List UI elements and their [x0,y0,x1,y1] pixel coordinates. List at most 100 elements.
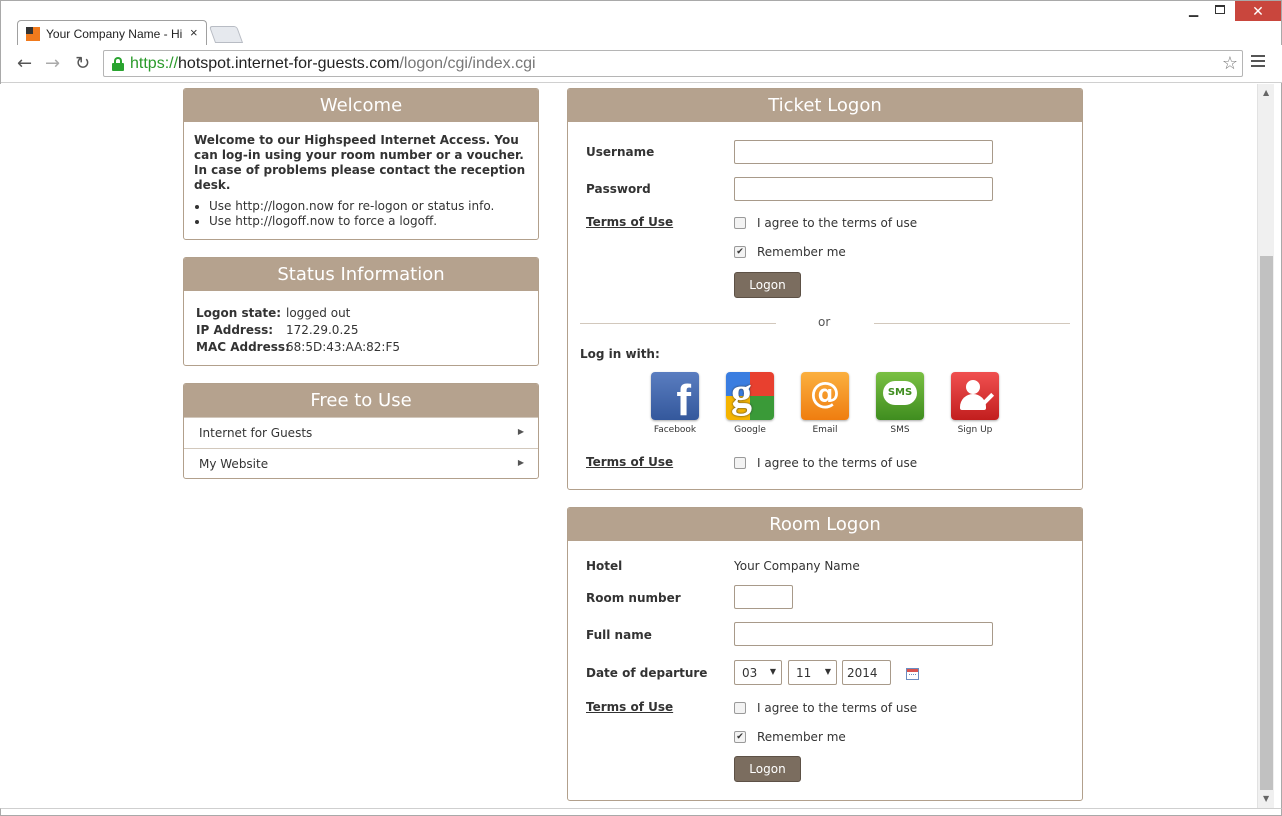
arrow-right-icon: ▶ [517,458,524,467]
status-label: IP Address: [196,323,274,337]
google-login-button[interactable]: g Google [720,372,780,435]
status-label: Logon state: [196,306,282,320]
calendar-icon[interactable] [906,668,919,680]
status-title: Status Information [184,258,538,291]
remember-me-checkbox[interactable]: ✔ [734,246,746,258]
window-border [1274,84,1282,808]
divider [580,323,776,324]
day-value: 03 [742,666,758,680]
social-agree-terms-label: I agree to the terms of use [757,456,918,470]
welcome-intro: Welcome to our Highspeed Internet Access… [194,133,526,192]
status-value: 172.29.0.25 [286,323,359,337]
dropdown-arrow-icon: ▼ [824,667,831,676]
welcome-title: Welcome [184,89,538,122]
free-link-label: Internet for Guests [199,426,313,440]
full-name-label: Full name [586,628,652,642]
back-arrow-icon[interactable]: ← [17,53,32,74]
tab-title: Your Company Name - Hi [46,27,183,41]
or-separator: or [818,315,831,329]
remember-me-label: Remember me [757,245,846,259]
bookmark-star-icon[interactable]: ☆ [1222,53,1238,74]
dropdown-arrow-icon: ▼ [769,667,776,676]
arrow-right-icon: ▶ [517,427,524,436]
year-value: 2014 [847,666,878,680]
hotel-value: Your Company Name [734,559,860,573]
browser-menu-icon[interactable] [1251,55,1265,70]
url-scheme: https:// [130,55,179,72]
sign-up-button[interactable]: Sign Up [945,372,1005,435]
room-number-input[interactable] [734,585,793,609]
maximize-button[interactable] [1215,5,1225,14]
password-input[interactable] [734,177,993,201]
free-link-internet-for-guests[interactable]: Internet for Guests ▶ [184,417,538,448]
agree-terms-checkbox[interactable] [734,217,746,229]
window-close-button[interactable]: ✕ [1235,1,1281,21]
departure-month-select[interactable]: 11 ▼ [788,660,837,685]
new-tab-button[interactable] [208,26,244,43]
url-path: /logon/cgi/index.cgi [399,55,536,72]
social-caption: SMS [890,425,910,435]
free-link-my-website[interactable]: My Website ▶ [184,448,538,479]
free-title: Free to Use [184,384,538,417]
ticket-logon-button[interactable]: Logon [734,272,801,298]
month-value: 11 [796,666,812,680]
address-bar[interactable]: https://hotspot.internet-for-guests.com/… [103,50,1243,77]
welcome-tip: Use http://logon.now for re-logon or sta… [209,199,494,214]
terms-of-use-link[interactable]: Terms of Use [586,215,673,229]
social-caption: Facebook [653,425,697,435]
tab-bar: Your Company Name - Hi × ▁ ✕ [1,1,1282,46]
status-panel: Status Information Logon state: logged o… [183,257,539,366]
full-name-input[interactable] [734,622,993,646]
room-remember-me-checkbox[interactable]: ✔ [734,731,746,743]
sign-up-icon [951,372,999,420]
email-login-button[interactable]: @ Email [795,372,855,435]
room-agree-terms-label: I agree to the terms of use [757,701,918,715]
divider [874,323,1070,324]
window-border [0,808,1282,816]
social-caption: Google [734,425,766,435]
sms-icon: SMS [876,372,924,420]
social-terms-of-use-link[interactable]: Terms of Use [586,455,673,469]
departure-date-label: Date of departure [586,666,708,680]
room-logon-panel: Room Logon Hotel Your Company Name Room … [567,507,1083,801]
url-text[interactable]: https://hotspot.internet-for-guests.com/… [130,55,536,73]
scroll-up-arrow-icon[interactable]: ▲ [1263,88,1269,97]
social-agree-terms-checkbox[interactable] [734,457,746,469]
room-remember-me-label: Remember me [757,730,846,744]
login-with-label: Log in with: [580,347,660,361]
facebook-login-button[interactable]: f Facebook [645,372,705,435]
room-logon-button[interactable]: Logon [734,756,801,782]
departure-year-input[interactable]: 2014 [842,660,891,685]
room-agree-terms-checkbox[interactable] [734,702,746,714]
browser-chrome: Your Company Name - Hi × ▁ ✕ ← → ↻ https… [0,0,1282,84]
scroll-down-arrow-icon[interactable]: ▼ [1263,794,1269,803]
tab-close-icon[interactable]: × [190,25,198,40]
welcome-tip: Use http://logoff.now to force a logoff. [209,214,494,229]
google-icon: g [726,372,774,420]
reload-icon[interactable]: ↻ [75,53,90,74]
facebook-icon: f [651,372,699,420]
browser-tab[interactable]: Your Company Name - Hi × [17,20,207,46]
agree-terms-label: I agree to the terms of use [757,216,918,230]
social-caption: Email [812,425,838,435]
status-label: MAC Address: [196,340,290,354]
room-number-label: Room number [586,591,681,605]
welcome-tips: Use http://logon.now for re-logon or sta… [194,199,494,229]
username-input[interactable] [734,140,993,164]
forward-arrow-icon[interactable]: → [45,53,60,74]
sms-login-button[interactable]: SMS SMS [870,372,930,435]
vertical-scrollbar[interactable]: ▲ ▼ [1257,84,1274,808]
username-label: Username [586,145,655,159]
scrollbar-thumb[interactable] [1260,256,1273,790]
browser-toolbar: ← → ↻ https://hotspot.internet-for-guest… [1,45,1282,83]
status-value: 68:5D:43:AA:82:F5 [286,340,400,354]
ticket-title: Ticket Logon [568,89,1082,122]
room-title: Room Logon [568,508,1082,541]
free-to-use-panel: Free to Use Internet for Guests ▶ My Web… [183,383,539,479]
lock-icon [112,57,124,71]
departure-day-select[interactable]: 03 ▼ [734,660,782,685]
room-terms-of-use-link[interactable]: Terms of Use [586,700,673,714]
page-content: Welcome Welcome to our Highspeed Interne… [1,84,1257,808]
minimize-button[interactable]: ▁ [1189,3,1198,17]
free-link-label: My Website [199,457,269,471]
